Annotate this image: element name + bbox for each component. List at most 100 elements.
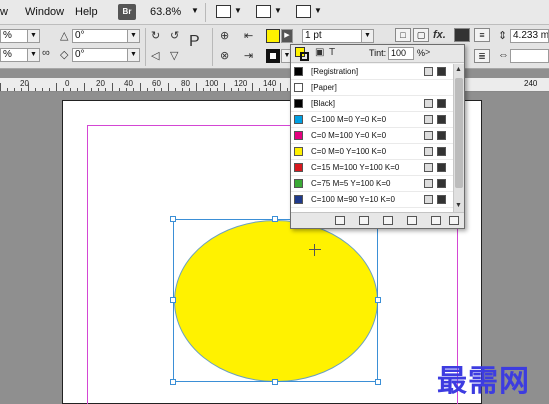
resize-handle-l[interactable]	[170, 297, 176, 303]
show-color-swatches-icon[interactable]	[359, 216, 369, 225]
scroll-down-icon[interactable]: ▼	[455, 202, 462, 209]
transform-p-icon[interactable]: P	[189, 33, 200, 51]
screen-mode-dropdown-icon[interactable]: ▼	[274, 6, 282, 15]
flip-horizontal-icon[interactable]: ◁	[151, 49, 159, 62]
effects-fx-icon[interactable]: fx.	[433, 29, 446, 41]
resize-handle-bl[interactable]	[170, 379, 176, 385]
menu-item-help[interactable]: Help	[75, 6, 98, 18]
tint-field[interactable]: 100	[388, 47, 414, 60]
new-swatch-icon[interactable]	[431, 216, 441, 225]
tint-arrow-icon[interactable]: >	[425, 47, 430, 57]
horizontal-ruler-right[interactable]: 240	[464, 78, 549, 92]
scale-y-field[interactable]: %	[0, 48, 28, 62]
rotation-angle-field[interactable]: 0°	[72, 29, 128, 43]
resize-handle-tl[interactable]	[170, 216, 176, 222]
swatch-row[interactable]: C=75 M=5 Y=100 K=0	[291, 176, 453, 192]
swatch-scrollbar[interactable]: ▲ ▼	[453, 64, 464, 212]
select-previous-icon[interactable]: ⇤	[244, 29, 253, 42]
rotate-90-ccw-icon[interactable]: ↺	[170, 29, 179, 42]
shear-dropdown-icon[interactable]: ▼	[127, 48, 140, 62]
show-all-swatches-icon[interactable]	[335, 216, 345, 225]
rotate-90-cw-icon[interactable]: ↻	[151, 29, 160, 42]
view-options-dropdown-icon[interactable]: ▼	[234, 6, 242, 15]
resize-handle-br[interactable]	[375, 379, 381, 385]
stroke-weight-field[interactable]: 1 pt	[302, 29, 362, 43]
scale-y-dropdown-icon[interactable]: ▼	[27, 48, 40, 62]
arrange-documents-icon[interactable]	[296, 5, 311, 18]
menu-item-window[interactable]: Window	[25, 6, 64, 18]
resize-handle-r[interactable]	[375, 297, 381, 303]
crosshair-cursor-icon	[309, 244, 321, 256]
ruler-tick	[189, 88, 190, 91]
constrain-proportions-icon[interactable]: ∞	[42, 47, 50, 59]
separator	[205, 3, 206, 22]
scale-x-field[interactable]: %	[0, 29, 28, 43]
shear-angle-field[interactable]: 0°	[72, 48, 128, 62]
ruler-tick	[56, 83, 57, 91]
swatch-row[interactable]: [Registration]	[291, 64, 453, 80]
panel-options-icon[interactable]	[454, 28, 470, 42]
size-field[interactable]: 4.233 m	[510, 29, 549, 43]
stroke-weight-dropdown-icon[interactable]: ▼	[361, 29, 374, 43]
width-field[interactable]	[510, 49, 549, 63]
select-next-icon[interactable]: ⇥	[244, 49, 253, 62]
process-color-icon	[424, 163, 433, 172]
scroll-up-icon[interactable]: ▲	[455, 66, 462, 73]
swatch-color-chip	[294, 131, 303, 140]
delete-swatch-icon[interactable]	[449, 216, 459, 225]
swatch-row[interactable]: C=100 M=90 Y=10 K=0	[291, 192, 453, 208]
new-color-group-icon[interactable]	[407, 216, 417, 225]
stroke-swatch[interactable]	[266, 49, 280, 63]
resize-handle-b[interactable]	[272, 379, 278, 385]
frame-fit-icon[interactable]: ▢	[413, 28, 429, 42]
flip-vertical-icon[interactable]: ▽	[170, 49, 178, 62]
screen-mode-icon[interactable]	[256, 5, 271, 18]
ruler-tick	[245, 88, 246, 91]
ruler-label: 120	[234, 79, 248, 88]
height-icon: ⇕	[498, 30, 508, 42]
swatch-row[interactable]: C=0 M=100 Y=0 K=0	[291, 128, 453, 144]
ruler-tick	[168, 83, 169, 91]
swatch-row[interactable]: C=15 M=100 Y=100 K=0	[291, 160, 453, 176]
show-gradient-swatches-icon[interactable]	[383, 216, 393, 225]
ruler-tick	[147, 88, 148, 91]
select-content-icon[interactable]: ⊗	[220, 49, 229, 62]
view-options-icon[interactable]	[216, 5, 231, 18]
container-format-icon[interactable]: ▣	[315, 47, 324, 58]
align-icon[interactable]: ≣	[474, 49, 490, 63]
ruler-tick	[203, 88, 204, 91]
tint-label: Tint:	[369, 48, 387, 58]
rotate-angle-icon: △	[60, 30, 69, 42]
swatch-row[interactable]: [Paper]	[291, 80, 453, 96]
resize-handle-t[interactable]	[272, 216, 278, 222]
select-container-icon[interactable]: ⊕	[220, 29, 229, 42]
selection-frame[interactable]	[173, 219, 378, 382]
menu-item-view[interactable]: w	[0, 6, 8, 18]
swatch-row[interactable]: C=0 M=0 Y=100 K=0	[291, 144, 453, 160]
swatch-row[interactable]: [Black]	[291, 96, 453, 112]
arrange-dropdown-icon[interactable]: ▼	[314, 6, 322, 15]
ruler-label: 140	[263, 79, 277, 88]
ruler-tick	[161, 88, 162, 91]
zoom-level[interactable]: 63.8%	[150, 6, 181, 18]
fill-dropdown-icon[interactable]: ▶	[281, 29, 293, 43]
content-fit-icon[interactable]: □	[395, 28, 411, 42]
swatch-row[interactable]: C=100 M=0 Y=0 K=0	[291, 112, 453, 128]
scale-x-dropdown-icon[interactable]: ▼	[27, 29, 40, 43]
swatch-color-chip	[294, 67, 303, 76]
text-format-icon[interactable]: T	[329, 47, 335, 58]
zoom-dropdown-icon[interactable]: ▼	[191, 6, 199, 15]
swatches-panel-header: ▣ T Tint: 100 % >	[291, 45, 464, 63]
wrap-options-icon[interactable]: ≡	[474, 28, 490, 42]
ruler-tick	[91, 88, 92, 91]
rotation-dropdown-icon[interactable]: ▼	[127, 29, 140, 43]
fill-stroke-icon[interactable]	[295, 47, 309, 61]
ruler-tick	[182, 88, 183, 91]
scroll-thumb[interactable]	[455, 78, 463, 188]
swatch-color-chip	[294, 147, 303, 156]
ruler-tick	[210, 88, 211, 91]
bridge-button[interactable]: Br	[118, 4, 136, 20]
ruler-tick	[98, 88, 99, 91]
fill-swatch[interactable]	[266, 29, 280, 43]
horizontal-ruler[interactable]: 20 0 20 40 60 80 100 120 140	[0, 78, 293, 92]
